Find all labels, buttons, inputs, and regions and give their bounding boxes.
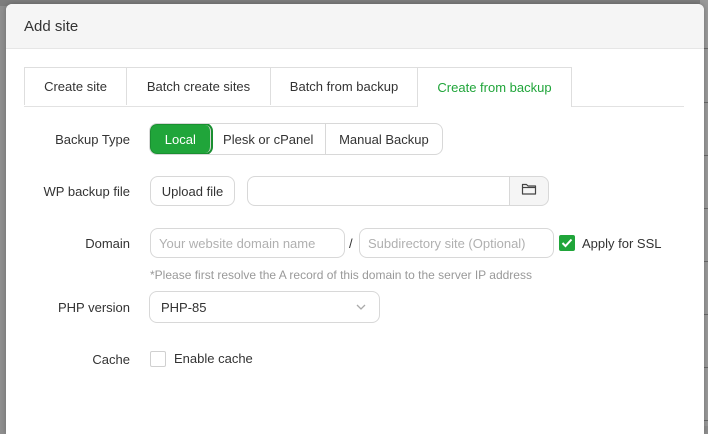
ssl-checkbox[interactable] (559, 235, 575, 251)
upload-file-button[interactable]: Upload file (150, 176, 235, 206)
modal-title: Add site (24, 17, 79, 35)
enable-cache-checkbox[interactable] (150, 351, 166, 367)
checkmark-icon (561, 238, 573, 248)
backup-type-selector: Local Plesk or cPanel Manual Backup (149, 123, 443, 155)
modal-header: Add site (6, 4, 704, 49)
backup-type-plesk-button[interactable]: Plesk or cPanel (212, 124, 326, 154)
tab-batch-create-sites[interactable]: Batch create sites (126, 67, 271, 105)
tab-bar: Create site Batch create sites Batch fro… (24, 67, 684, 107)
domain-input[interactable] (150, 228, 345, 258)
tab-create-site[interactable]: Create site (24, 67, 127, 105)
backup-type-manual-button[interactable]: Manual Backup (326, 124, 442, 154)
subdirectory-input[interactable] (359, 228, 554, 258)
php-version-label: PHP version (57, 300, 130, 315)
browse-folder-button[interactable] (509, 176, 549, 206)
add-site-modal: Add site Create site Batch create sites … (6, 4, 704, 434)
backup-file-path-input[interactable] (247, 176, 511, 206)
cache-label: Cache (92, 352, 130, 367)
backup-type-local-button[interactable]: Local (151, 125, 211, 153)
backup-type-label: Backup Type (55, 132, 130, 147)
domain-label: Domain (85, 236, 130, 251)
domain-hint: *Please first resolve the A record of th… (150, 268, 532, 282)
tab-batch-from-backup[interactable]: Batch from backup (270, 67, 418, 105)
folder-icon (521, 182, 537, 201)
php-version-value: PHP-85 (161, 299, 207, 315)
wp-backup-file-label: WP backup file (43, 184, 130, 199)
ssl-label[interactable]: Apply for SSL (582, 236, 662, 251)
enable-cache-label[interactable]: Enable cache (174, 351, 253, 366)
domain-separator: / (349, 236, 353, 251)
tab-create-from-backup[interactable]: Create from backup (417, 67, 572, 107)
php-version-select[interactable]: PHP-85 (149, 291, 380, 323)
chevron-down-icon (355, 301, 367, 316)
